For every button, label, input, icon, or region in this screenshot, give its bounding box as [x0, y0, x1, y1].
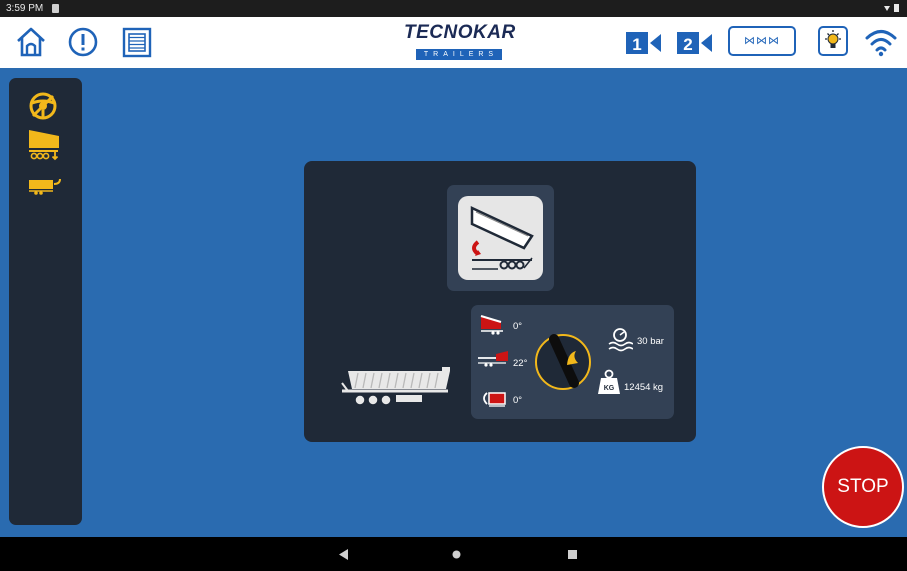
pressure-value: 30 bar: [637, 336, 664, 347]
svg-text:2: 2: [683, 35, 692, 54]
wifi-icon[interactable]: [864, 26, 898, 63]
sidebar: [9, 78, 82, 525]
home-nav-icon[interactable]: [452, 550, 461, 559]
trailer-hook-icon[interactable]: [27, 176, 63, 201]
status-time: 3:59 PM: [6, 3, 44, 14]
split-view-icon: ⋈⋈⋈: [744, 35, 780, 47]
camera-1-button[interactable]: 1: [626, 32, 662, 54]
tipper-mode-card: [447, 185, 554, 291]
tilt-front-angle: 0°: [513, 321, 523, 332]
pressure-icon: [608, 328, 633, 352]
tilt-side-angle: 22°: [513, 358, 528, 369]
alert-icon[interactable]: [66, 25, 100, 64]
tilt-side-icon: [478, 351, 508, 367]
navigation-bar: [0, 537, 907, 571]
weight-icon: KG: [598, 369, 620, 394]
camera-2-button[interactable]: 2: [677, 32, 713, 54]
tipper-tile-icon: [470, 206, 534, 270]
tipper-raise-icon[interactable]: [26, 126, 62, 167]
light-icon: [825, 30, 841, 48]
light-button[interactable]: [818, 26, 848, 56]
top-bar: TECNOKAR TRAILERS 1 2 ⋈⋈⋈: [0, 17, 907, 68]
sim-icon: [52, 4, 59, 13]
tailgate-angle: 0°: [513, 395, 523, 406]
back-icon[interactable]: [339, 549, 349, 560]
system-status-icons: [883, 3, 901, 14]
stop-button[interactable]: STOP: [822, 446, 904, 528]
home-icon[interactable]: [14, 25, 48, 64]
camera-1-icon: [650, 34, 661, 52]
no-steering-icon[interactable]: [27, 90, 59, 127]
brand-logo: TECNOKAR TRAILERS: [404, 22, 516, 61]
status-bar: 3:59 PM: [0, 0, 907, 17]
tipping-angle-gauge: [535, 334, 591, 390]
tailgate-icon: [483, 392, 506, 407]
svg-text:1: 1: [632, 35, 641, 54]
tipper-control-panel: 0° 22° 0° 30 bar KG 12454 kg: [304, 161, 696, 442]
camera-2-icon: [701, 34, 712, 52]
trailer-illustration: [338, 367, 454, 416]
brand-name: TECNOKAR: [404, 22, 516, 43]
list-icon[interactable]: [120, 25, 154, 64]
tipper-mode-button[interactable]: [458, 196, 543, 280]
recents-icon[interactable]: [568, 550, 577, 559]
tilt-front-icon: [480, 315, 503, 335]
svg-text:KG: KG: [604, 385, 615, 392]
brand-subtitle: TRAILERS: [415, 49, 503, 60]
split-view-button[interactable]: ⋈⋈⋈: [728, 26, 796, 56]
weight-value: 12454 kg: [624, 382, 664, 393]
status-info-panel: 0° 22° 0° 30 bar KG 12454 kg: [471, 305, 674, 419]
